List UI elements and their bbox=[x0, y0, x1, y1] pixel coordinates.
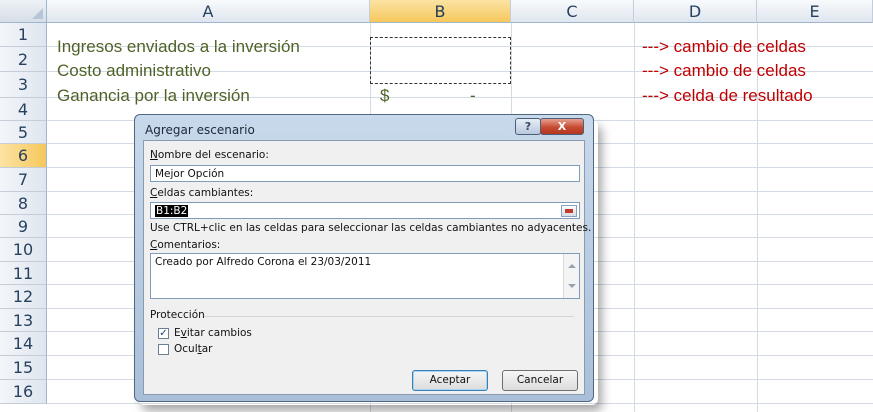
select-all-corner[interactable] bbox=[0, 0, 47, 23]
cell-a1[interactable]: Ingresos enviados a la inversión bbox=[57, 37, 300, 57]
cell-d3[interactable]: ---> celda de resultado bbox=[642, 86, 813, 106]
group-divider bbox=[204, 316, 574, 317]
cell-d1[interactable]: ---> cambio de celdas bbox=[642, 37, 806, 57]
scenario-name-input[interactable]: Mejor Opción bbox=[150, 165, 580, 182]
row-header-14[interactable]: 14 bbox=[0, 332, 47, 356]
cell-b3-value[interactable]: - bbox=[470, 86, 476, 106]
row-header-16[interactable]: 16 bbox=[0, 380, 47, 404]
row-header-4[interactable]: 4 bbox=[0, 98, 47, 121]
row-header-11[interactable]: 11 bbox=[0, 262, 47, 285]
column-header-c[interactable]: C bbox=[511, 0, 634, 23]
prevent-changes-checkbox[interactable]: ✓ bbox=[158, 328, 169, 339]
add-scenario-dialog: Agregar escenario ? X Nombre del escenar… bbox=[134, 114, 594, 402]
scroll-down-icon[interactable] bbox=[568, 284, 576, 288]
hide-checkbox[interactable] bbox=[158, 344, 169, 355]
row-header-15[interactable]: 15 bbox=[0, 356, 47, 380]
changing-cells-hint: Use CTRL+clic en las celdas para selecci… bbox=[150, 222, 592, 234]
range-select-icon[interactable] bbox=[561, 205, 577, 217]
grid-line bbox=[757, 23, 758, 412]
changing-cells-value: B1:B2 bbox=[155, 205, 189, 217]
cell-a2[interactable]: Costo administrativo bbox=[57, 61, 211, 81]
close-icon[interactable]: X bbox=[540, 118, 584, 135]
help-icon[interactable]: ? bbox=[515, 118, 541, 135]
dialog-title: Agregar escenario bbox=[145, 123, 255, 137]
comments-label: Comentarios: bbox=[150, 239, 221, 251]
dialog-body: Nombre del escenario: Mejor Opción Celda… bbox=[143, 140, 591, 395]
accept-button[interactable]: Aceptar bbox=[412, 370, 488, 391]
cell-d2[interactable]: ---> cambio de celdas bbox=[642, 61, 806, 81]
row-header-9[interactable]: 9 bbox=[0, 215, 47, 238]
changing-cells-label: Celdas cambiantes: bbox=[150, 187, 254, 199]
row-header-8[interactable]: 8 bbox=[0, 192, 47, 215]
column-header-a[interactable]: A bbox=[47, 0, 370, 23]
row-header-2[interactable]: 2 bbox=[0, 47, 47, 72]
changing-cells-input[interactable]: B1:B2 bbox=[150, 202, 580, 219]
protection-group-label: Protección bbox=[150, 309, 205, 321]
cell-b3-currency[interactable]: $ bbox=[380, 86, 389, 106]
hide-label: Ocultar bbox=[174, 343, 213, 355]
copy-marquee-b1-b2 bbox=[370, 37, 511, 84]
comments-textarea[interactable]: Creado por Alfredo Corona el 23/03/2011 bbox=[150, 253, 580, 299]
comments-scrollbar[interactable] bbox=[563, 254, 579, 298]
comments-text: Creado por Alfredo Corona el 23/03/2011 bbox=[155, 256, 372, 268]
scroll-up-icon[interactable] bbox=[568, 264, 576, 268]
column-header-e[interactable]: E bbox=[757, 0, 873, 23]
grid-line bbox=[634, 23, 635, 412]
row-header-7[interactable]: 7 bbox=[0, 168, 47, 192]
cell-a3[interactable]: Ganancia por la inversión bbox=[57, 86, 250, 106]
scenario-name-label: Nombre del escenario: bbox=[150, 149, 269, 161]
column-header-b[interactable]: B bbox=[370, 0, 511, 23]
prevent-changes-label: Evitar cambios bbox=[174, 327, 252, 339]
row-header-13[interactable]: 13 bbox=[0, 309, 47, 332]
row-header-10[interactable]: 10 bbox=[0, 238, 47, 262]
row-header-12[interactable]: 12 bbox=[0, 285, 47, 309]
row-header-1[interactable]: 1 bbox=[0, 23, 47, 47]
cancel-button[interactable]: Cancelar bbox=[502, 370, 578, 391]
row-header-3[interactable]: 3 bbox=[0, 72, 47, 98]
column-header-d[interactable]: D bbox=[634, 0, 757, 23]
row-header-6[interactable]: 6 bbox=[0, 144, 47, 168]
row-header-5[interactable]: 5 bbox=[0, 121, 47, 144]
